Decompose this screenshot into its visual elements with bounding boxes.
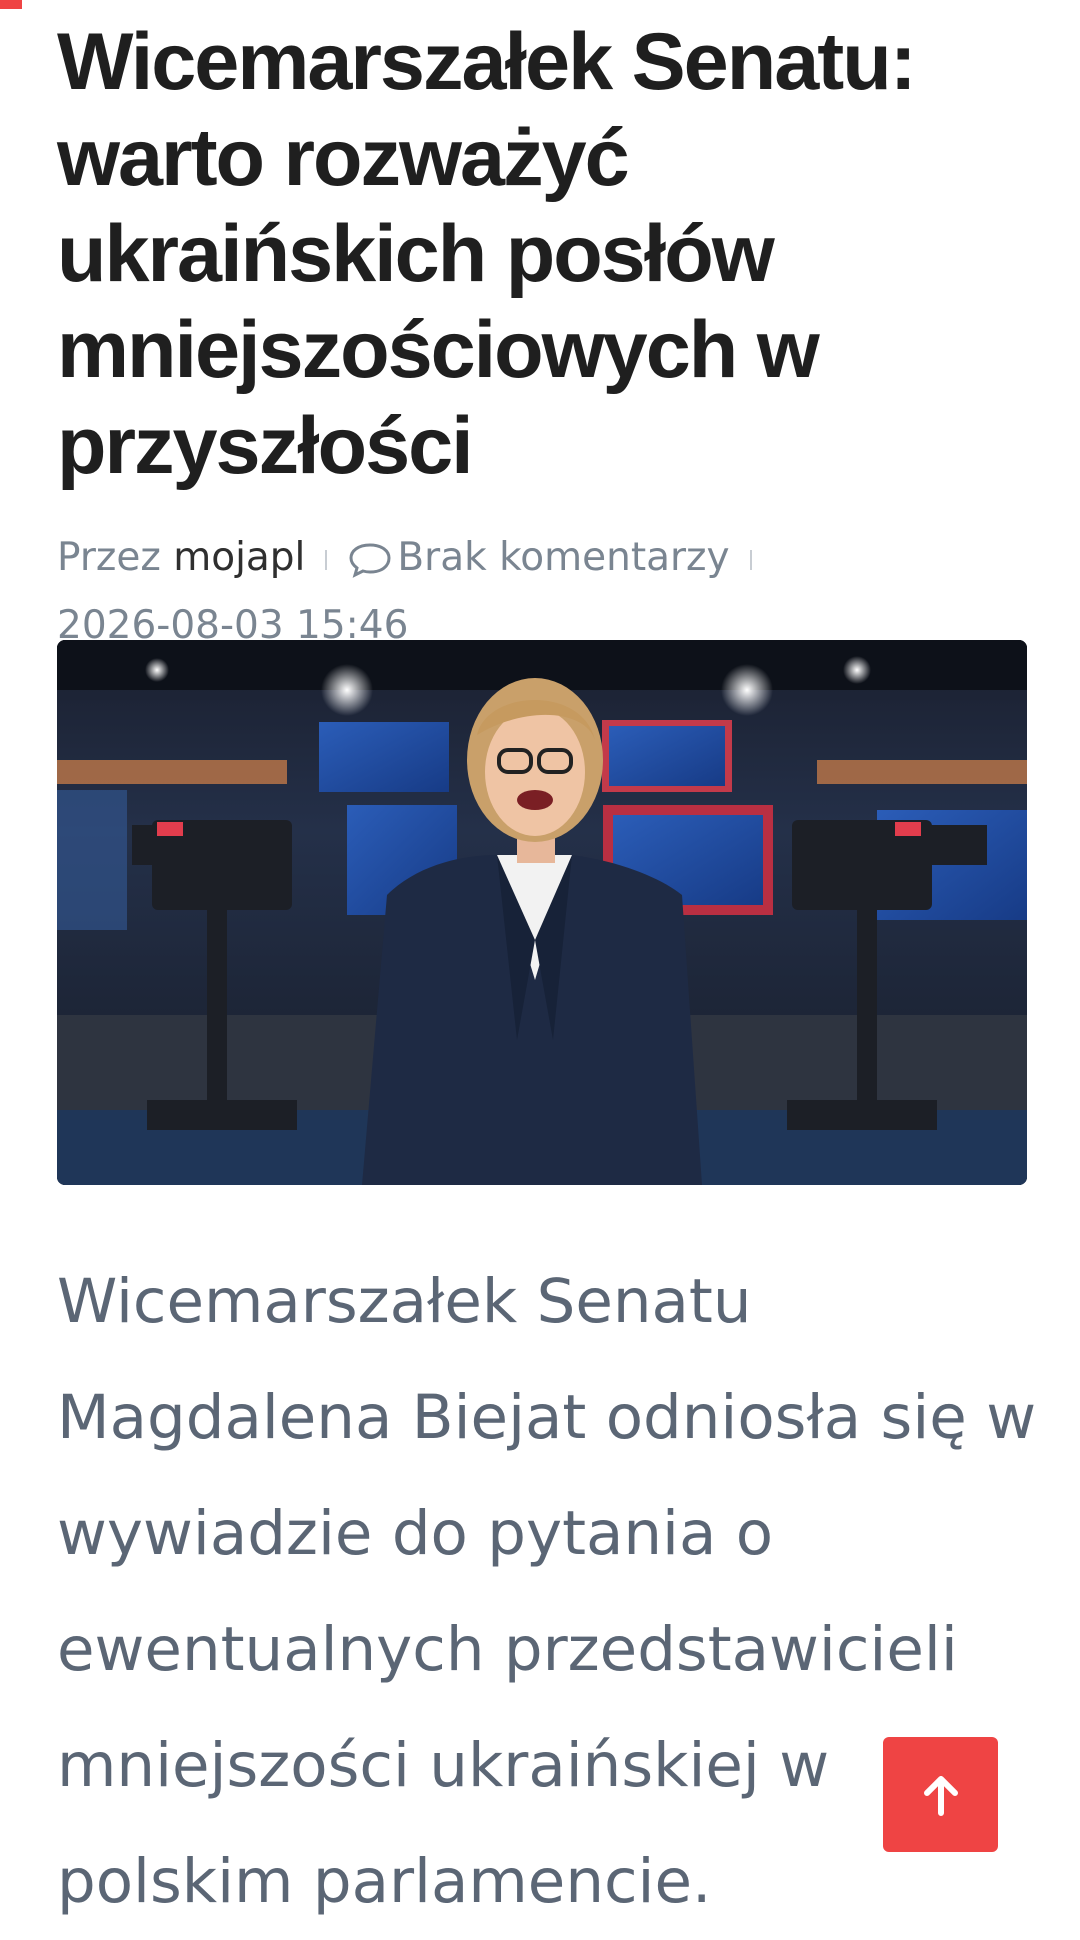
hero-image[interactable] xyxy=(57,640,1027,1185)
comment-bubble-icon xyxy=(349,542,391,578)
scroll-to-top-button[interactable] xyxy=(883,1737,998,1852)
comments-link[interactable]: Brak komentarzy xyxy=(347,535,730,580)
news-studio-photo xyxy=(57,640,1027,1185)
corner-accent-mark xyxy=(0,0,22,9)
article-title: Wicemarszałek Senatu: warto rozważyć ukr… xyxy=(57,17,917,491)
arrow-up-icon xyxy=(923,1775,958,1816)
article: Wicemarszałek Senatu: warto rozważyć ukr… xyxy=(57,0,1027,660)
meta-separator xyxy=(325,549,328,570)
author-prefix: Przez xyxy=(57,535,161,580)
author-link[interactable]: mojapl xyxy=(173,535,305,580)
meta-separator xyxy=(749,549,752,570)
comments-count: Brak komentarzy xyxy=(397,535,730,580)
